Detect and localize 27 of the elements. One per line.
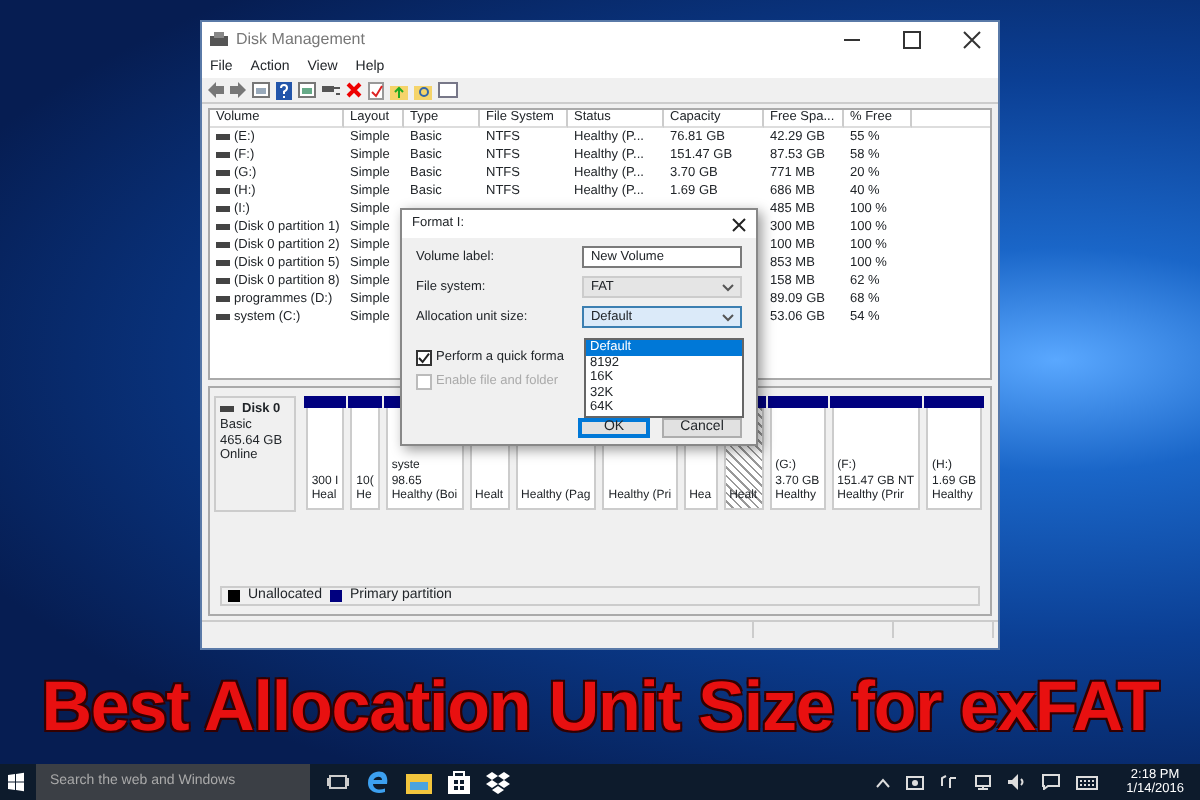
store-icon[interactable] (448, 770, 470, 794)
panel-icon[interactable] (298, 82, 316, 98)
check-icon[interactable] (368, 81, 384, 99)
chevron-up-icon[interactable] (876, 777, 891, 787)
browser-icon[interactable] (366, 770, 390, 794)
delete-icon[interactable] (346, 82, 362, 98)
keyboard-icon[interactable] (1076, 775, 1099, 789)
headline-text: Best Allocation Unit Size for exFAT (39, 666, 1161, 750)
network-icon[interactable] (974, 774, 993, 790)
panel-icon[interactable] (438, 82, 458, 98)
notification-icon[interactable] (1042, 774, 1061, 790)
caret-icon (722, 313, 734, 321)
volume-icon[interactable] (1008, 774, 1027, 790)
window-title: Disk Management (236, 30, 367, 50)
folder-search-icon[interactable] (414, 81, 432, 99)
panel-icon[interactable] (252, 82, 270, 98)
back-arrow-icon[interactable] (208, 82, 224, 98)
task-view-icon[interactable] (326, 772, 350, 792)
folder-up-icon[interactable] (390, 81, 408, 99)
caret-icon (722, 283, 734, 291)
close-icon[interactable] (732, 217, 746, 231)
device-icon[interactable] (906, 775, 925, 789)
checkbox[interactable] (416, 349, 432, 365)
help-icon[interactable] (276, 81, 292, 99)
forward-arrow-icon[interactable] (230, 82, 246, 98)
drive-icon (220, 406, 234, 413)
folder-icon[interactable] (406, 771, 432, 793)
